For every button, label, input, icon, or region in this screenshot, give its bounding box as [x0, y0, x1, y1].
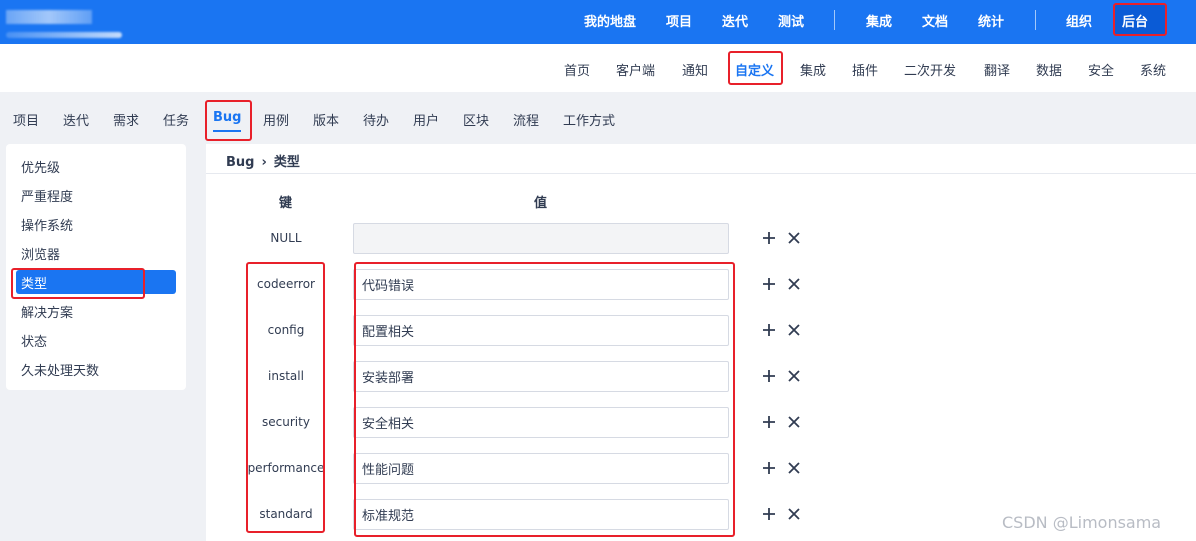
top-nav-iteration[interactable]: 迭代: [722, 11, 748, 30]
value-input[interactable]: [353, 269, 729, 300]
custom-tabs: 项目 迭代 需求 任务 Bug 用例 版本 待办 用户 区块 流程 工作方式: [0, 92, 1196, 142]
tab-workflow[interactable]: 流程: [513, 110, 539, 129]
subnav-secondary-dev[interactable]: 二次开发: [904, 60, 956, 79]
top-nav-docs[interactable]: 文档: [922, 11, 948, 30]
subnav-system[interactable]: 系统: [1140, 60, 1166, 79]
close-icon[interactable]: [786, 368, 802, 384]
subnav-security[interactable]: 安全: [1088, 60, 1114, 79]
tab-todo[interactable]: 待办: [363, 110, 389, 129]
plus-icon[interactable]: [761, 368, 777, 384]
value-input[interactable]: [353, 453, 729, 484]
key-label: NULL: [270, 231, 302, 245]
top-nav-test[interactable]: 测试: [778, 11, 804, 30]
close-icon[interactable]: [786, 276, 802, 292]
tab-active-indicator: [213, 130, 241, 132]
subnav-plugins[interactable]: 插件: [852, 60, 878, 79]
subnav-client[interactable]: 客户端: [616, 60, 655, 79]
subnav-custom[interactable]: 自定义: [735, 60, 774, 79]
chevron-right-icon: ›: [261, 155, 267, 170]
top-nav-my-dashboard[interactable]: 我的地盘: [584, 11, 636, 30]
plus-icon[interactable]: [761, 230, 777, 246]
sidebar-item-severity[interactable]: 严重程度: [21, 186, 73, 205]
plus-icon[interactable]: [761, 460, 777, 476]
watermark: CSDN @Limonsama: [1002, 513, 1162, 532]
key-label: performance: [247, 461, 325, 475]
breadcrumb: Bug › 类型: [226, 151, 300, 170]
tab-story[interactable]: 需求: [113, 110, 139, 129]
subnav-data[interactable]: 数据: [1036, 60, 1062, 79]
breadcrumb-current: 类型: [273, 155, 300, 170]
top-navbar: 我的地盘 项目 迭代 测试 集成 文档 统计 组织 后台: [0, 0, 1196, 44]
sidebar: 优先级 严重程度 操作系统 浏览器 类型 解决方案 状态 久未处理天数: [6, 144, 186, 390]
close-icon[interactable]: [786, 414, 802, 430]
value-input[interactable]: [353, 315, 729, 346]
value-input[interactable]: [353, 223, 729, 254]
plus-icon[interactable]: [761, 506, 777, 522]
value-input[interactable]: [353, 361, 729, 392]
sidebar-item-long-unhandled-days[interactable]: 久未处理天数: [21, 360, 99, 379]
sidebar-item-type[interactable]: 类型: [21, 273, 47, 292]
subnav-notification[interactable]: 通知: [682, 60, 708, 79]
tab-version[interactable]: 版本: [313, 110, 339, 129]
value-input[interactable]: [353, 499, 729, 530]
key-label: security: [262, 415, 310, 429]
divider: [206, 173, 1196, 174]
tab-work-mode[interactable]: 工作方式: [563, 110, 615, 129]
sidebar-item-os[interactable]: 操作系统: [21, 215, 73, 234]
tab-project[interactable]: 项目: [13, 110, 39, 129]
top-nav-divider: [834, 10, 835, 30]
breadcrumb-root[interactable]: Bug: [226, 155, 254, 170]
plus-icon[interactable]: [761, 322, 777, 338]
column-header-key: 键: [279, 196, 293, 211]
top-nav-backend[interactable]: 后台: [1122, 11, 1148, 30]
value-input[interactable]: [353, 407, 729, 438]
top-nav-divider: [1035, 10, 1036, 30]
key-label: install: [268, 369, 304, 383]
key-label: config: [267, 323, 305, 337]
logo-blurred-text: [6, 10, 92, 24]
tab-block[interactable]: 区块: [463, 110, 489, 129]
sidebar-item-status[interactable]: 状态: [21, 331, 47, 350]
logo[interactable]: [6, 10, 122, 40]
plus-icon[interactable]: [761, 414, 777, 430]
plus-icon[interactable]: [761, 276, 777, 292]
top-nav-integration[interactable]: 集成: [866, 11, 892, 30]
admin-subnav: 首页 客户端 通知 自定义 集成 插件 二次开发 翻译 数据 安全 系统: [0, 44, 1196, 92]
tab-testcase[interactable]: 用例: [263, 110, 289, 129]
sidebar-item-priority[interactable]: 优先级: [21, 157, 60, 176]
tab-iteration[interactable]: 迭代: [63, 110, 89, 129]
logo-blurred-underline: [6, 32, 122, 38]
subnav-home[interactable]: 首页: [564, 60, 590, 79]
tab-user[interactable]: 用户: [413, 110, 439, 129]
close-icon[interactable]: [786, 230, 802, 246]
tab-task[interactable]: 任务: [163, 110, 189, 129]
sidebar-item-browser[interactable]: 浏览器: [21, 244, 60, 263]
subnav-translate[interactable]: 翻译: [984, 60, 1010, 79]
sidebar-item-resolution[interactable]: 解决方案: [21, 302, 73, 321]
subnav-integration[interactable]: 集成: [800, 60, 826, 79]
key-label: codeerror: [257, 277, 315, 291]
tab-bug[interactable]: Bug: [213, 110, 241, 125]
top-nav-organization[interactable]: 组织: [1066, 11, 1092, 30]
key-label: standard: [259, 507, 313, 521]
close-icon[interactable]: [786, 460, 802, 476]
close-icon[interactable]: [786, 322, 802, 338]
close-icon[interactable]: [786, 506, 802, 522]
column-header-value: 值: [534, 196, 548, 211]
top-nav-project[interactable]: 项目: [666, 11, 692, 30]
top-nav-stats[interactable]: 统计: [978, 11, 1004, 30]
